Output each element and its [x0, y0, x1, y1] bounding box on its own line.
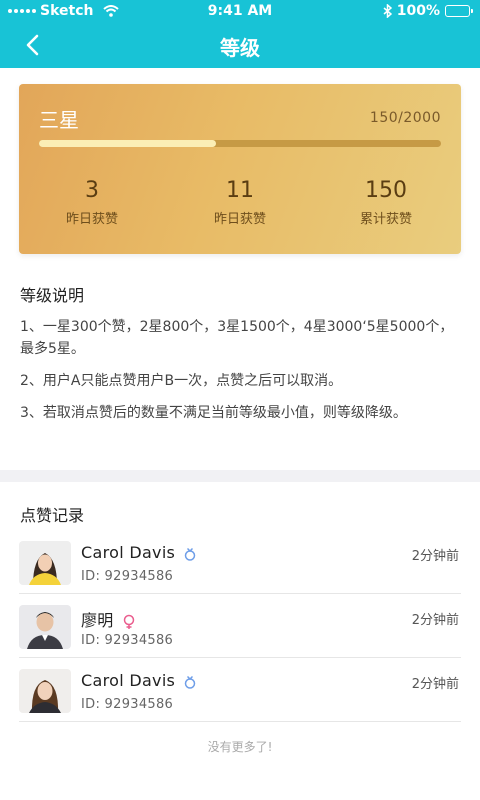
male-icon [184, 547, 196, 561]
level-progress-text: 150/2000 [369, 110, 441, 126]
status-right: 100% [383, 3, 473, 19]
description-paragraph: 2、用户A只能点赞用户B一次，点赞之后可以取消。 [20, 373, 343, 389]
stat-label: 昨日获赞 [65, 212, 118, 227]
description-paragraph: 3、若取消点赞后的数量不满足当前等级最小值，则等级降级。 [20, 405, 407, 421]
avatar[interactable] [19, 541, 71, 585]
stat-total-likes: 150 累计获赞 [321, 178, 451, 227]
battery-label: 100% [396, 3, 440, 19]
record-time: 2分钟前 [411, 613, 459, 628]
no-more-text: 没有更多了! [207, 740, 273, 754]
user-name: Carol Davis [81, 543, 197, 562]
description-paragraph: 1、一星300个赞，2星800个，3星1500个，4星3000‘5星5000个，… [20, 319, 454, 357]
stat-value: 150 [365, 178, 407, 203]
progress-bar-fill [39, 140, 216, 147]
user-id: ID: 92934586 [81, 697, 174, 712]
battery-icon [445, 5, 473, 17]
user-name: 廖明 [81, 607, 136, 631]
stat-yesterday-likes: 3 昨日获赞 [27, 178, 157, 227]
user-id: ID: 92934586 [81, 569, 174, 584]
level-description-title: 等级说明 [20, 286, 85, 305]
page-title: 等级 [220, 36, 260, 60]
user-name-text: Carol Davis [81, 671, 176, 690]
list-item[interactable]: Carol Davis ID: 92934586 2分钟前 [19, 541, 461, 605]
nav-header: Sketch 9:41 AM 100% 等级 [0, 0, 480, 68]
stat-label: 昨日获赞 [213, 212, 266, 227]
avatar[interactable] [19, 669, 71, 713]
avatar[interactable] [19, 605, 71, 649]
like-records-title: 点赞记录 [20, 506, 85, 525]
bluetooth-icon [383, 4, 392, 18]
list-item[interactable]: 廖明 ID: 92934586 2分钟前 [19, 605, 461, 669]
section-divider [0, 470, 480, 482]
record-time: 2分钟前 [411, 549, 459, 564]
stat-label: 累计获赞 [359, 212, 412, 227]
stat-yesterday-likes-2: 11 昨日获赞 [175, 178, 305, 227]
row-divider [19, 657, 461, 658]
progress-bar [39, 140, 441, 147]
level-card: 三星 150/2000 3 昨日获赞 11 昨日获赞 150 累计获赞 [19, 84, 461, 254]
stat-value: 3 [85, 178, 99, 203]
row-divider [19, 593, 461, 594]
status-bar: Sketch 9:41 AM 100% [0, 0, 480, 24]
row-divider [19, 721, 461, 722]
male-icon [184, 675, 196, 689]
list-item[interactable]: Carol Davis ID: 92934586 2分钟前 [19, 669, 461, 733]
user-name-text: Carol Davis [81, 543, 176, 562]
female-icon [123, 614, 134, 629]
level-name: 三星 [39, 108, 79, 132]
user-name: Carol Davis [81, 671, 197, 690]
user-id: ID: 92934586 [81, 633, 174, 648]
user-name-text: 廖明 [81, 611, 114, 630]
record-time: 2分钟前 [411, 677, 459, 692]
stat-value: 11 [226, 178, 254, 203]
